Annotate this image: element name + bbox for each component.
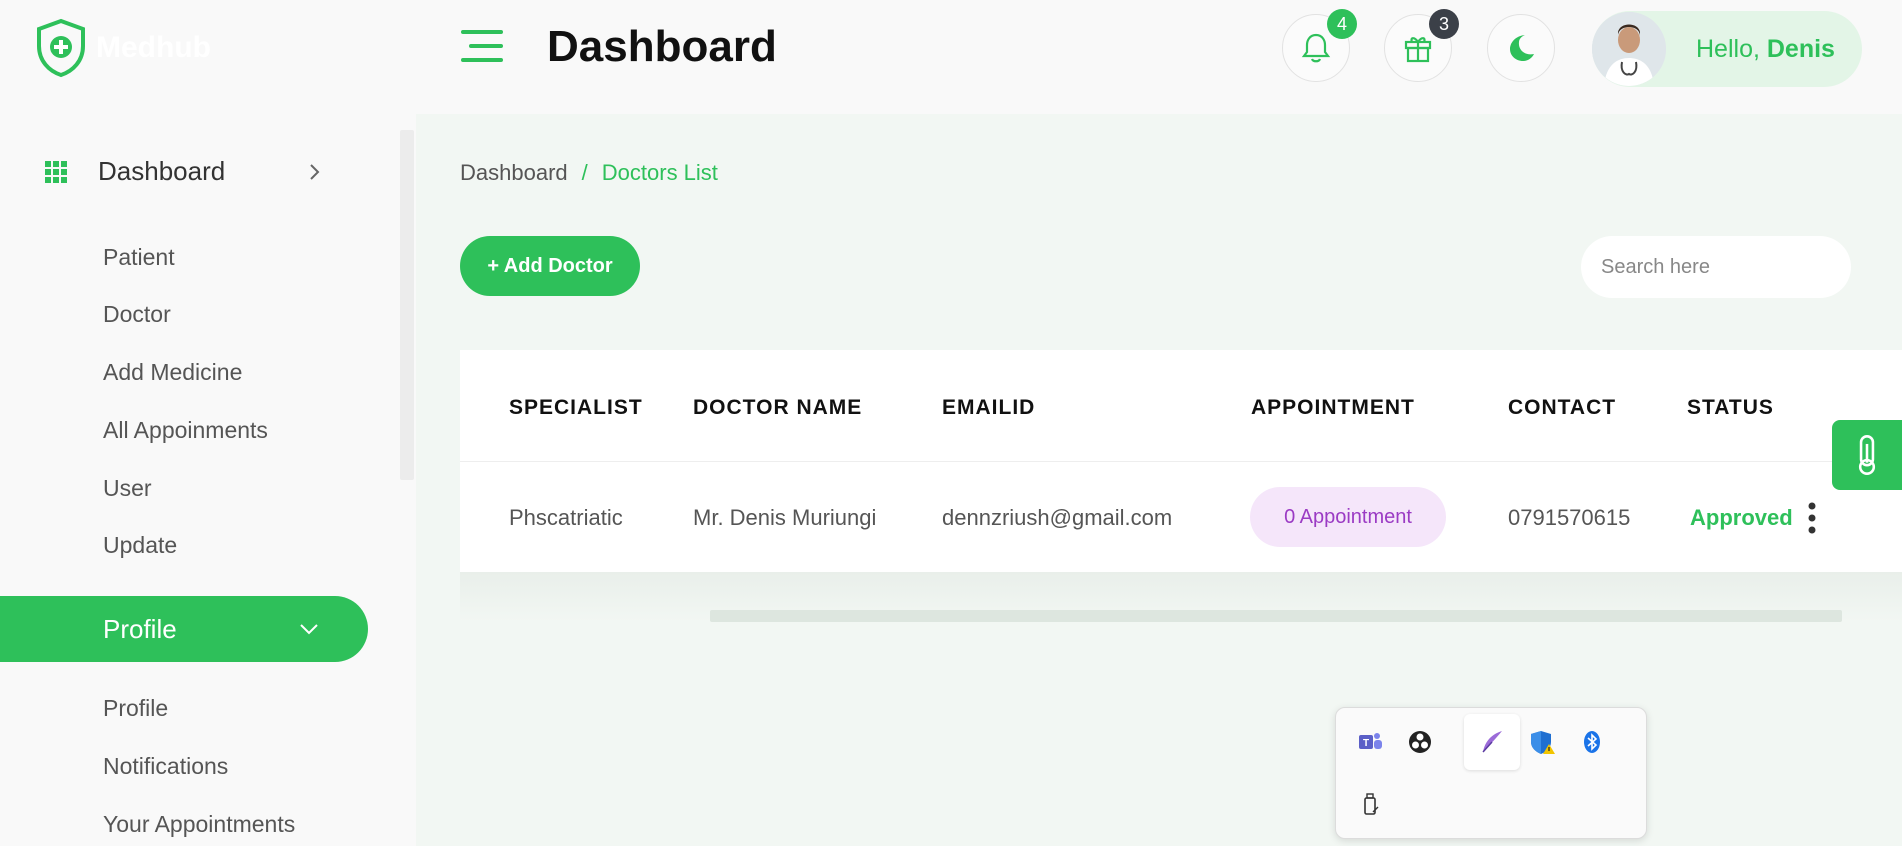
cell-email: dennzriush@gmail.com — [942, 505, 1173, 530]
search-box[interactable] — [1581, 236, 1866, 298]
notification-count-badge: 4 — [1327, 9, 1357, 39]
gift-count-badge: 3 — [1429, 9, 1459, 39]
status-badge: Approved — [1690, 505, 1793, 530]
notifications-button[interactable]: 4 — [1282, 9, 1357, 82]
gift-icon — [1404, 37, 1432, 63]
moon-icon — [1510, 35, 1534, 61]
thermometer-icon — [1858, 435, 1876, 475]
sidebar-item-add-medicine[interactable]: Add Medicine — [103, 359, 242, 386]
cell-doctor-name: Mr. Denis Muriungi — [693, 505, 877, 530]
hamburger-menu-icon[interactable] — [461, 28, 503, 64]
grid-icon — [45, 160, 67, 183]
main-content: Dashboard / Doctors List + Add Doctor SP… — [416, 114, 1902, 846]
chevron-down-icon — [300, 624, 318, 635]
more-options-icon[interactable] — [1806, 501, 1818, 535]
sidebar-item-doctor[interactable]: Doctor — [103, 301, 171, 328]
side-settings-tab[interactable] — [1832, 420, 1902, 490]
bell-icon — [1301, 33, 1331, 63]
breadcrumb-separator: / — [581, 160, 588, 185]
page-title: Dashboard — [547, 22, 777, 71]
user-profile-chip[interactable]: Hello, Denis — [1592, 11, 1862, 87]
theme-toggle-button[interactable] — [1487, 14, 1555, 82]
cell-specialist: Phscatriatic — [509, 505, 623, 530]
defender-warning-icon[interactable] — [1514, 714, 1570, 770]
feather-pen-icon[interactable] — [1464, 714, 1520, 770]
sidebar-item-profile-section[interactable]: Profile — [0, 596, 368, 662]
usb-drive-icon[interactable] — [1342, 776, 1398, 832]
sidebar-item-dashboard[interactable]: Dashboard — [44, 156, 324, 187]
appointment-count-badge[interactable]: 0 Appointment — [1250, 487, 1446, 547]
obs-icon[interactable] — [1392, 714, 1448, 770]
sidebar-item-your-appointments[interactable]: Your Appointments — [103, 811, 295, 838]
avatar — [1592, 12, 1666, 86]
cell-contact: 0791570615 — [1508, 505, 1631, 530]
column-header-status: STATUS — [1687, 396, 1774, 419]
sidebar-item-update[interactable]: Update — [103, 532, 177, 559]
sidebar-item-notifications[interactable]: Notifications — [103, 753, 228, 780]
sidebar-scrollbar[interactable] — [400, 130, 414, 480]
sidebar-item-user[interactable]: User — [103, 475, 152, 502]
column-header-specialist: SPECIALIST — [509, 396, 643, 419]
svg-text:T: T — [1363, 738, 1369, 749]
column-header-email: EMAILID — [942, 396, 1036, 419]
user-name: Denis — [1766, 34, 1835, 63]
user-greeting: Hello, Denis — [1696, 34, 1835, 63]
sidebar-item-label: Dashboard — [98, 156, 226, 186]
shield-cross-icon — [37, 18, 85, 78]
sidebar-item-all-appointments[interactable]: All Appoinments — [103, 417, 268, 444]
column-header-appointment: APPOINTMENT — [1251, 396, 1415, 419]
teams-icon[interactable]: T — [1342, 714, 1398, 770]
system-tray-overflow: T — [1335, 707, 1647, 839]
column-header-contact: CONTACT — [1508, 396, 1617, 419]
gifts-button[interactable]: 3 — [1384, 9, 1459, 82]
sidebar-item-profile[interactable]: Profile — [103, 695, 168, 722]
breadcrumb-root[interactable]: Dashboard — [460, 160, 568, 186]
horizontal-scrollbar[interactable] — [710, 610, 1842, 622]
logo-text: Medhub — [96, 31, 211, 64]
logo[interactable]: Medhub — [34, 18, 211, 78]
chevron-right-icon — [310, 163, 320, 180]
sidebar-item-patient[interactable]: Patient — [103, 244, 175, 271]
table-row[interactable]: Phscatriatic Mr. Denis Muriungi dennzriu… — [460, 463, 1902, 571]
search-input[interactable] — [1601, 255, 1866, 279]
breadcrumb: Dashboard / Doctors List — [460, 160, 718, 186]
table-header: SPECIALIST DOCTOR NAME EMAILID APPOINTME… — [460, 350, 1902, 462]
add-doctor-button[interactable]: + Add Doctor — [460, 236, 640, 296]
sidebar-item-label: Profile — [103, 613, 177, 644]
top-header: Dashboard 4 3 Hello, Denis — [416, 0, 1902, 114]
breadcrumb-current: Doctors List — [601, 160, 718, 185]
doctors-table: SPECIALIST DOCTOR NAME EMAILID APPOINTME… — [460, 350, 1902, 572]
column-header-doctor-name: DOCTOR NAME — [693, 396, 863, 419]
sidebar: Medhub Dashboard Patient Doctor Add Medi… — [0, 0, 416, 846]
bluetooth-icon[interactable] — [1564, 714, 1620, 770]
